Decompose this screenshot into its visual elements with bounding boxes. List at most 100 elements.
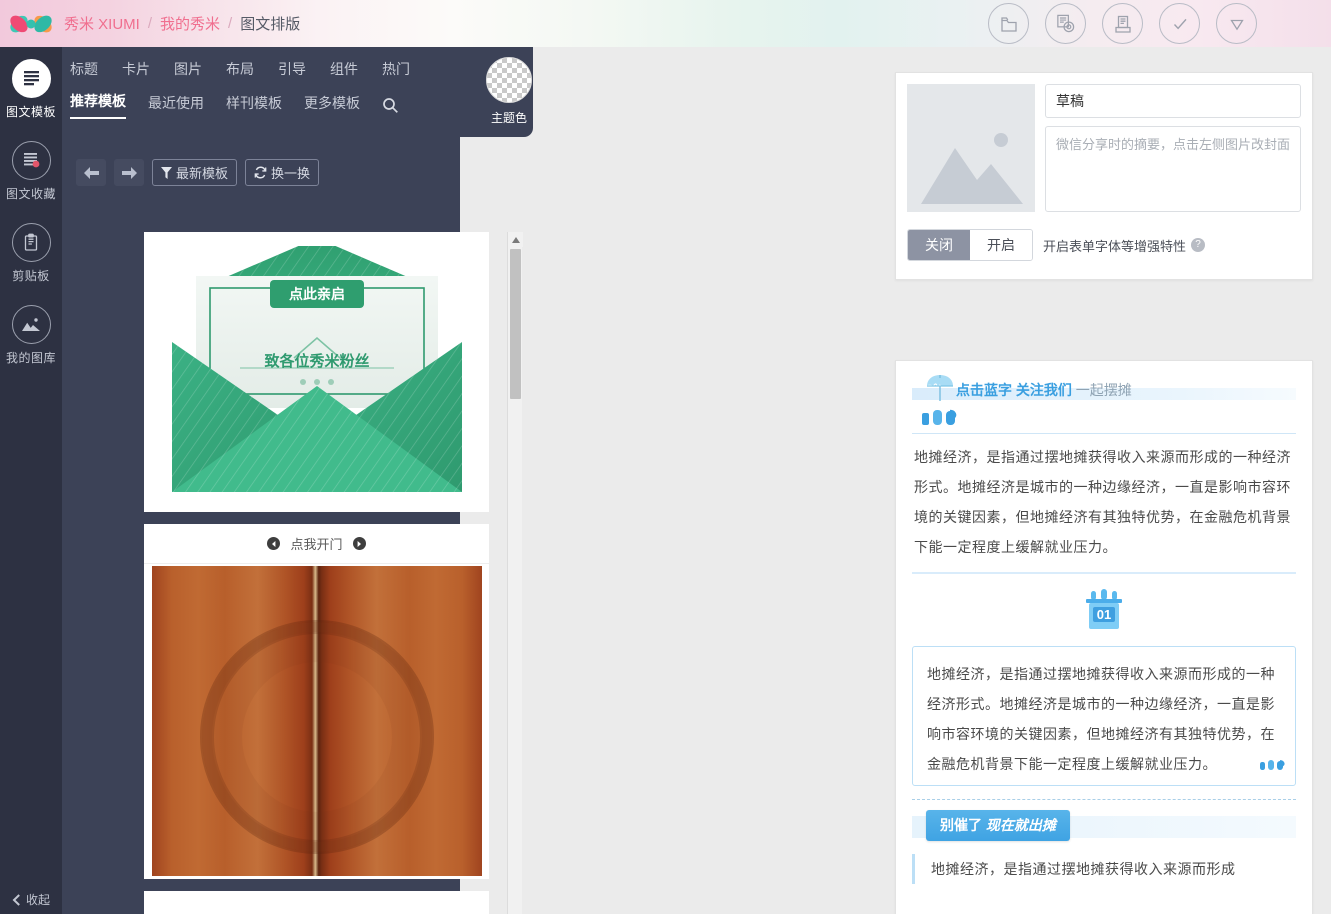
sidebar-item-clipboard[interactable]: 剪贴板 bbox=[0, 211, 62, 293]
check-icon[interactable] bbox=[1159, 3, 1200, 44]
template-card-envelope[interactable]: 点此亲启 致各位秀米粉丝 bbox=[144, 232, 489, 512]
article-meta-card: 关闭 开启 开启表单字体等增强特性 ? bbox=[895, 72, 1313, 280]
breadcrumb-separator: / bbox=[148, 15, 152, 32]
umbrella-icon bbox=[924, 373, 958, 408]
template-list-scrollbar[interactable] bbox=[507, 232, 522, 914]
follow-banner-highlight: 点击蓝字 关注我们 bbox=[956, 382, 1072, 398]
article-title-input[interactable] bbox=[1045, 84, 1301, 118]
arrow-right-icon[interactable] bbox=[114, 159, 144, 186]
dashed-divider bbox=[912, 799, 1296, 800]
tab-more[interactable]: 更多模板 bbox=[304, 93, 360, 119]
collapse-panel-button[interactable]: 收起 bbox=[0, 891, 62, 908]
xiumi-logo[interactable] bbox=[8, 2, 54, 46]
tab-recommended[interactable]: 推荐模板 bbox=[70, 91, 126, 119]
latest-templates-button[interactable]: 最新模板 bbox=[152, 159, 237, 186]
stall-icon: 01 bbox=[1080, 588, 1128, 640]
door-template-header: 点我开门 bbox=[144, 524, 489, 564]
door-illustration bbox=[152, 566, 482, 876]
cover-image-placeholder[interactable] bbox=[907, 84, 1035, 212]
sidebar-item-templates[interactable]: 图文模板 bbox=[0, 47, 62, 129]
svg-text:点此亲启: 点此亲启 bbox=[289, 286, 345, 302]
shuffle-button[interactable]: 换一换 bbox=[245, 159, 319, 186]
collapse-panel-label: 收起 bbox=[26, 891, 50, 908]
question-icon[interactable]: ? bbox=[1191, 238, 1205, 252]
article-body-card[interactable]: 点击蓝字 关注我们 一起摆摊 地摊经济，是指通过摆地摊获得收入来源而形成的一种经… bbox=[895, 360, 1313, 914]
template-card-list[interactable]: 点此亲启 致各位秀米粉丝 bbox=[82, 232, 507, 914]
left-icon-rail: 图文模板 图文收藏 剪贴板 bbox=[0, 47, 62, 914]
chevron-down-icon[interactable] bbox=[1216, 3, 1257, 44]
circle-arrow-right-icon bbox=[353, 537, 366, 550]
tab-category-card[interactable]: 卡片 bbox=[122, 59, 150, 79]
follow-banner-text: 点击蓝字 关注我们 一起摆摊 bbox=[956, 380, 1132, 400]
stall-corner-icon bbox=[1257, 751, 1287, 781]
search-icon[interactable] bbox=[382, 97, 399, 119]
breadcrumb: 秀米 XIUMI / 我的秀米 / 图文排版 bbox=[64, 13, 300, 34]
shuffle-label: 换一换 bbox=[271, 163, 310, 182]
sidebar-item-favorites[interactable]: 图文收藏 bbox=[0, 129, 62, 211]
theme-color-button[interactable]: 主题色 bbox=[475, 57, 543, 126]
theme-color-label: 主题色 bbox=[491, 109, 527, 126]
tab-category-layout[interactable]: 布局 bbox=[226, 59, 254, 79]
article-paragraph-3[interactable]: 地摊经济，是指通过摆地摊获得收入来源而形成 bbox=[912, 854, 1296, 884]
sidebar-item-gallery[interactable]: 我的图库 bbox=[0, 293, 62, 375]
tab-category-guide[interactable]: 引导 bbox=[278, 59, 306, 79]
sidebar-item-clipboard-label: 剪贴板 bbox=[12, 267, 50, 284]
article-digest-input[interactable] bbox=[1045, 126, 1301, 212]
template-card-follow-us[interactable]: 点击蓝字 关注我们 bbox=[144, 891, 489, 914]
template-toolbar: 最新模板 换一换 bbox=[76, 159, 319, 186]
section-number-text: 01 bbox=[1097, 607, 1111, 622]
tag-banner-emphasis: 现在就出摊 bbox=[986, 817, 1056, 833]
tag-banner-prefix: 别催了 bbox=[940, 817, 982, 833]
article-paragraph-2-box[interactable]: 地摊经济，是指通过摆地摊获得收入来源而形成的一种经济形式。地摊经济是城市的一种边… bbox=[912, 646, 1296, 786]
funnel-icon bbox=[161, 167, 172, 179]
header-actions bbox=[988, 3, 1257, 44]
article-paragraph-1[interactable]: 地摊经济，是指通过摆地摊获得收入来源而形成的一种经济形式。地摊经济是城市的一种边… bbox=[912, 434, 1296, 566]
image-mountain-icon bbox=[12, 305, 51, 344]
meta-top-row bbox=[907, 84, 1301, 217]
enhanced-features-toggle[interactable]: 关闭 开启 bbox=[907, 229, 1033, 261]
door-template-label: 点我开门 bbox=[290, 534, 342, 553]
follow-banner-trailing: 一起摆摊 bbox=[1076, 382, 1132, 398]
camera-save-icon[interactable] bbox=[1045, 3, 1086, 44]
theme-color-swatch bbox=[486, 57, 532, 103]
breadcrumb-item-2: 图文排版 bbox=[240, 13, 300, 34]
sidebar-item-gallery-label: 我的图库 bbox=[6, 349, 56, 366]
arrow-left-icon[interactable] bbox=[76, 159, 106, 186]
svg-text:致各位秀米粉丝: 致各位秀米粉丝 bbox=[264, 352, 369, 370]
enhanced-features-hint-label: 开启表单字体等增强特性 bbox=[1043, 236, 1186, 255]
document-icon[interactable] bbox=[1102, 3, 1143, 44]
doc-lines-icon bbox=[12, 59, 51, 98]
toggle-on-option[interactable]: 开启 bbox=[970, 230, 1032, 260]
breadcrumb-item-0[interactable]: 秀米 XIUMI bbox=[64, 13, 140, 34]
template-panel-header: 标题 卡片 图片 布局 引导 组件 热门 推荐模板 最近使用 样刊模板 更多模板 bbox=[62, 47, 533, 137]
tab-category-component[interactable]: 组件 bbox=[330, 59, 358, 79]
stall-decoration-row bbox=[912, 405, 1296, 431]
scrollbar-thumb[interactable] bbox=[510, 249, 521, 399]
tab-recent[interactable]: 最近使用 bbox=[148, 93, 204, 119]
tag-banner[interactable]: 别催了 现在就出摊 bbox=[926, 810, 1070, 841]
breadcrumb-item-1[interactable]: 我的秀米 bbox=[160, 13, 220, 34]
breadcrumb-separator-2: / bbox=[228, 15, 232, 32]
tab-category-image[interactable]: 图片 bbox=[174, 59, 202, 79]
tab-category-title[interactable]: 标题 bbox=[70, 59, 98, 79]
template-panel: 标题 卡片 图片 布局 引导 组件 热门 推荐模板 最近使用 样刊模板 更多模板 bbox=[62, 47, 460, 914]
clipboard-icon bbox=[12, 223, 51, 262]
follow-banner[interactable]: 点击蓝字 关注我们 一起摆摊 bbox=[912, 375, 1296, 405]
category-tabs: 标题 卡片 图片 布局 引导 组件 热门 bbox=[62, 47, 533, 79]
section-number-badge: 01 bbox=[912, 574, 1296, 646]
sidebar-item-templates-label: 图文模板 bbox=[6, 103, 56, 120]
latest-templates-label: 最新模板 bbox=[176, 163, 228, 182]
doc-star-icon bbox=[12, 141, 51, 180]
meta-bottom-row: 关闭 开启 开启表单字体等增强特性 ? bbox=[907, 229, 1301, 261]
sidebar-item-favorites-label: 图文收藏 bbox=[6, 185, 56, 202]
tab-sample[interactable]: 样刊模板 bbox=[226, 93, 282, 119]
scroll-up-arrow-icon[interactable] bbox=[508, 232, 523, 247]
tab-category-hot[interactable]: 热门 bbox=[382, 59, 410, 79]
circle-arrow-left-icon bbox=[267, 537, 280, 550]
refresh-icon bbox=[254, 166, 267, 179]
template-card-door[interactable]: 点我开门 bbox=[144, 524, 489, 879]
article-paragraph-2: 地摊经济，是指通过摆地摊获得收入来源而形成的一种经济形式。地摊经济是城市的一种边… bbox=[927, 666, 1275, 772]
folder-icon[interactable] bbox=[988, 3, 1029, 44]
app-root: 秀米 XIUMI / 我的秀米 / 图文排版 bbox=[0, 0, 1331, 914]
toggle-off-option[interactable]: 关闭 bbox=[908, 230, 970, 260]
